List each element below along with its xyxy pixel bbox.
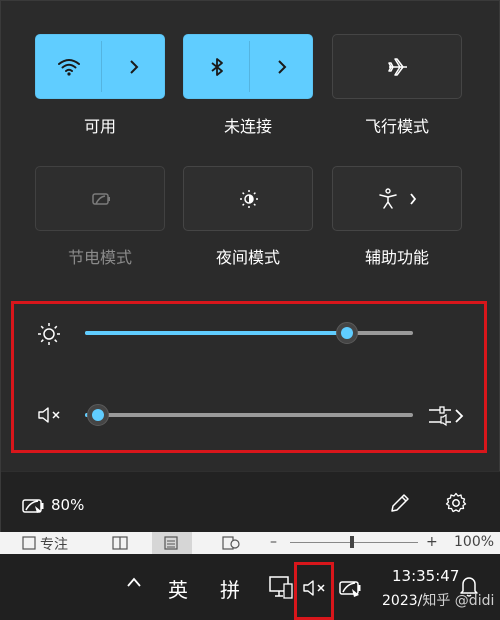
focus-icon — [22, 536, 36, 550]
quick-settings-footer: 80% — [1, 471, 500, 533]
edit-button[interactable] — [389, 492, 413, 516]
battery-tray-button[interactable] — [338, 576, 366, 600]
read-mode-icon — [112, 536, 128, 550]
bell-icon — [460, 577, 478, 597]
zoom-slider-thumb[interactable] — [350, 536, 354, 548]
bluetooth-toggle[interactable] — [184, 35, 249, 98]
battery-icon — [339, 581, 361, 597]
chevron-up-icon — [127, 577, 141, 587]
zoom-in-button[interactable]: + — [426, 534, 438, 550]
brightness-slider-fill — [85, 331, 348, 335]
airplane-mode-tile[interactable] — [332, 34, 462, 99]
bluetooth-tile-label: 未连接 — [223, 117, 272, 136]
web-layout-icon — [222, 536, 240, 550]
taskbar-clock-time[interactable]: 13:35:47 — [392, 566, 459, 586]
brightness-icon — [38, 323, 60, 345]
night-light-icon — [240, 189, 258, 208]
taskbar: 英 拼 13:35:47 2023/知乎 @didi — [0, 554, 500, 620]
sliders-highlight-box — [11, 301, 487, 453]
wifi-tile-label: 可用 — [83, 117, 116, 136]
network-icon — [269, 576, 293, 599]
date-fragment: 2023/ — [382, 593, 423, 609]
pencil-icon — [391, 494, 409, 512]
zoom-level[interactable]: 100% — [454, 534, 494, 550]
brightness-slider[interactable] — [85, 331, 413, 335]
bluetooth-tile[interactable] — [183, 34, 313, 99]
zoom-out-button[interactable]: – — [270, 534, 277, 550]
battery-saver-icon — [92, 192, 110, 205]
bluetooth-expand-button[interactable] — [249, 35, 314, 98]
quick-settings-panel: 可用 未连接 飞行模式 节电模式 夜间模式 辅助功能 80% — [0, 0, 500, 533]
zoom-slider[interactable] — [290, 542, 418, 543]
chevron-right-icon — [277, 59, 286, 74]
airplane-mode-tile-label: 飞行模式 — [364, 117, 429, 136]
chevron-right-icon — [410, 192, 417, 205]
audio-output-button[interactable] — [427, 403, 467, 429]
volume-muted-icon — [303, 580, 325, 596]
accessibility-icon — [379, 187, 397, 209]
notification-center-button[interactable] — [458, 574, 482, 600]
print-layout-icon — [164, 536, 178, 550]
wifi-expand-button[interactable] — [101, 35, 166, 98]
battery-saver-tile — [35, 166, 165, 231]
audio-output-icon — [429, 406, 464, 427]
accessibility-tile[interactable] — [332, 166, 462, 231]
ime-mode-indicator[interactable]: 拼 — [220, 574, 240, 603]
volume-muted-icon — [38, 407, 60, 423]
ime-language-indicator[interactable]: 英 — [168, 574, 188, 603]
volume-slider-thumb[interactable] — [87, 404, 110, 426]
airplane-icon — [388, 57, 407, 76]
battery-saver-tile-label: 节电模式 — [67, 248, 132, 267]
battery-icon — [22, 499, 44, 513]
wifi-toggle[interactable] — [36, 35, 101, 98]
bluetooth-icon — [210, 57, 223, 76]
focus-label[interactable]: 专注 — [40, 534, 68, 554]
gear-icon — [445, 492, 467, 513]
volume-slider[interactable] — [85, 413, 413, 417]
night-light-tile[interactable] — [183, 166, 313, 231]
volume-tray-button[interactable] — [302, 578, 330, 598]
chevron-right-icon — [129, 59, 138, 74]
settings-button[interactable] — [445, 492, 469, 516]
show-hidden-icons-button[interactable] — [126, 576, 144, 596]
wifi-tile[interactable] — [35, 34, 165, 99]
accessibility-tile-label: 辅助功能 — [364, 248, 429, 267]
battery-percentage[interactable]: 80% — [51, 496, 84, 514]
network-tray-button[interactable] — [268, 574, 294, 600]
night-light-tile-label: 夜间模式 — [215, 248, 280, 267]
background-window-statusbar: 专注 – + 100% — [0, 532, 500, 554]
wifi-icon — [57, 58, 80, 76]
